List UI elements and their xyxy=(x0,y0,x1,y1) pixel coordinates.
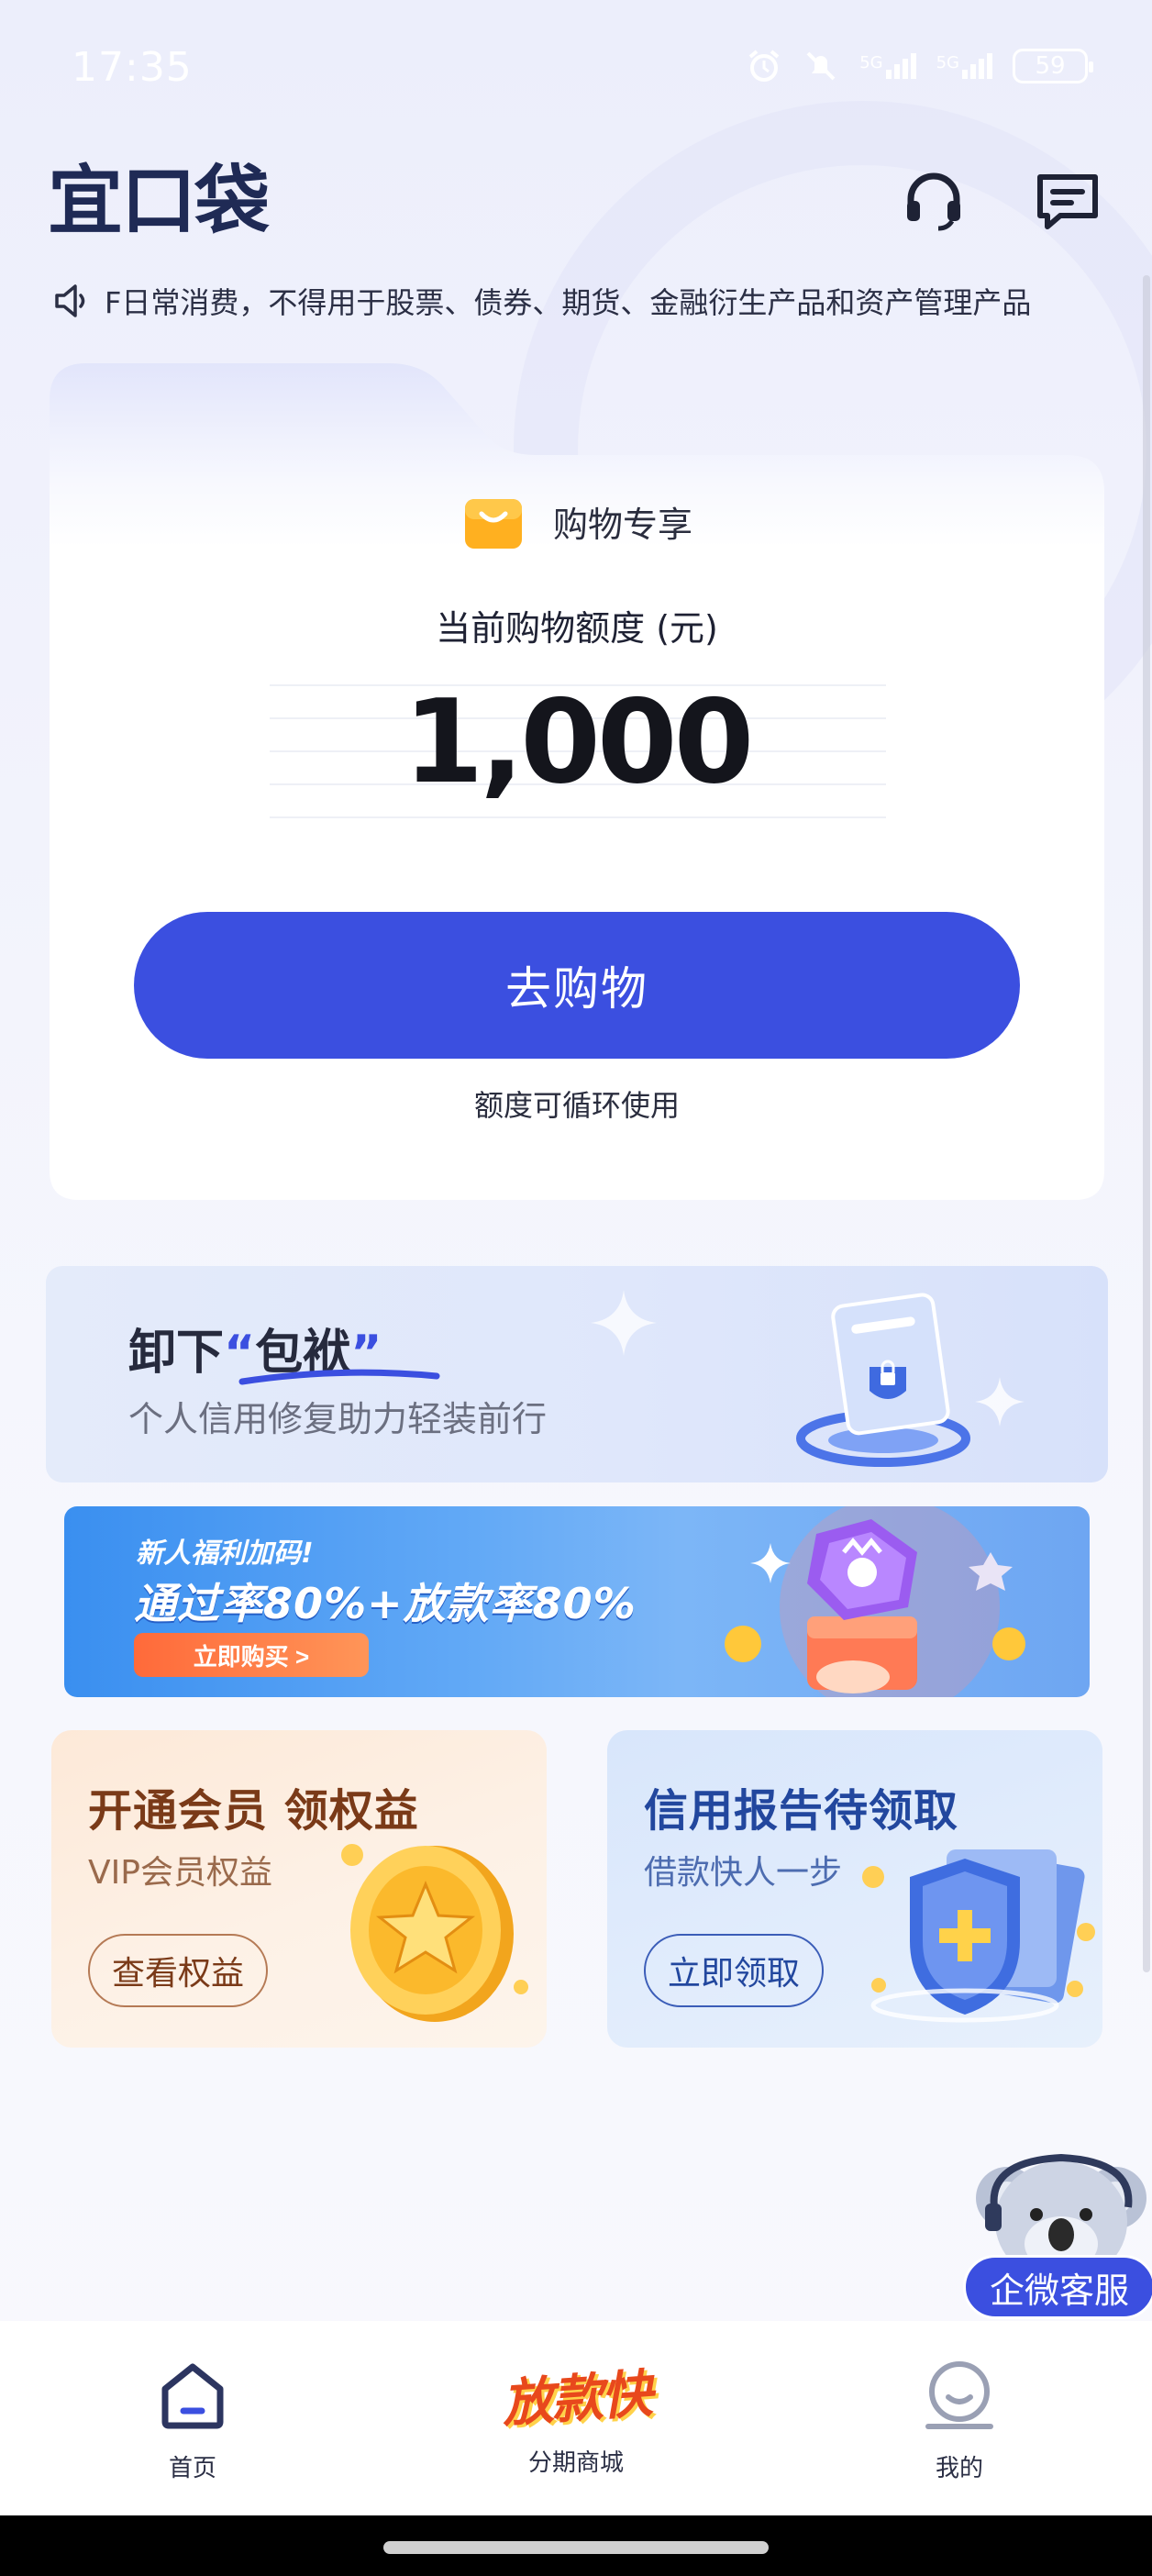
signal-label-2: 5G xyxy=(936,53,959,72)
notice-text: F日常消费，不得用于股票、债券、期货、金融衍生产品和资产管理产品 xyxy=(105,285,1032,320)
app-page: 17:35 5G 5G 59 宜口袋 F日常消费，不得用于股票、债券、期货、金融… xyxy=(0,0,1152,2576)
credit-report-promo-card[interactable]: 信用报告待领取 借款快人一步 立即领取 xyxy=(607,1730,1102,2048)
star-coin-icon xyxy=(341,1844,528,2022)
secure-document-illustration xyxy=(796,1293,970,1467)
status-bar: 17:35 5G 5G 59 xyxy=(0,0,1152,147)
signal-icon-2: 5G xyxy=(936,53,992,79)
nav-me-label: 我的 xyxy=(935,2455,983,2482)
signal-icon-1: 5G xyxy=(859,53,916,79)
status-time: 17:35 xyxy=(72,44,193,91)
mall-logo: 放款快 xyxy=(500,2364,653,2435)
credit-repair-banner[interactable]: 卸下“包袱” 个人信用修复助力轻装前行 xyxy=(46,1266,1108,1482)
gesture-bar xyxy=(0,2515,1152,2576)
nav-home[interactable]: 首页 xyxy=(55,2321,330,2515)
vip-promo-card[interactable]: 开通会员 领权益 VIP会员权益 查看权益 xyxy=(51,1730,547,2048)
banner1-subtitle: 个人信用修复助力轻装前行 xyxy=(128,1399,548,1439)
quota-label: 当前购物额度 (元) xyxy=(436,608,718,649)
battery-icon: 59 xyxy=(1013,49,1093,83)
shopping-bag-icon xyxy=(464,499,522,549)
message-icon[interactable] xyxy=(1031,165,1104,239)
card-tag-label: 购物专享 xyxy=(552,504,692,545)
status-icons: 5G 5G 59 xyxy=(746,48,1093,84)
sparkle-icon-small xyxy=(975,1377,1025,1427)
credit-promo-subtitle: 借款快人一步 xyxy=(644,1854,843,1892)
vip-promo-subtitle: VIP会员权益 xyxy=(88,1854,272,1892)
scrollbar[interactable] xyxy=(1143,275,1150,1972)
banner2-tag: 新人福利加码! xyxy=(136,1538,314,1570)
new-user-banner[interactable]: 新人福利加码! 通过率80%+放款率80% 立即购买 > xyxy=(64,1506,1090,1697)
app-logo: 宜口袋 xyxy=(48,158,270,245)
mute-icon xyxy=(806,51,836,81)
view-benefits-button[interactable]: 查看权益 xyxy=(88,1934,269,2007)
headset-support-icon[interactable] xyxy=(897,165,970,239)
nav-home-label: 首页 xyxy=(168,2455,216,2482)
nav-mall-label: 分期商城 xyxy=(527,2449,624,2477)
reuse-note: 额度可循环使用 xyxy=(473,1088,680,1123)
vip-promo-title: 开通会员 领权益 xyxy=(88,1785,419,1837)
speaker-icon xyxy=(55,284,85,317)
signal-label-1: 5G xyxy=(859,53,883,72)
home-indicator[interactable] xyxy=(383,2541,769,2554)
home-icon xyxy=(151,2354,234,2437)
gift-illustration xyxy=(725,1506,1025,1697)
wecom-service-button[interactable]: 企微客服 xyxy=(963,2255,1152,2319)
card-tag: 购物专享 xyxy=(50,490,1104,552)
alarm-icon xyxy=(748,50,780,82)
credit-card: 购物专享 当前购物额度 (元) 1,000 去购物 额度可循环使用 xyxy=(50,363,1104,1200)
battery-level: 59 xyxy=(1035,52,1066,80)
nav-me[interactable]: 我的 xyxy=(822,2321,1097,2515)
profile-icon xyxy=(918,2354,1001,2437)
banner2-title: 通过率80%+放款率80% xyxy=(134,1579,637,1628)
buy-now-button[interactable]: 立即购买 > xyxy=(134,1633,369,1677)
notice-bar[interactable]: F日常消费，不得用于股票、债券、期货、金融衍生产品和资产管理产品 xyxy=(51,273,1106,328)
go-shopping-button[interactable]: 去购物 xyxy=(134,912,1020,1059)
bottom-nav: 首页 放款快 分期商城 我的 xyxy=(0,2321,1152,2515)
claim-now-button[interactable]: 立即领取 xyxy=(644,1934,825,2007)
quota-value: 1,000 xyxy=(403,674,755,809)
banner1-title-prefix: 卸下 xyxy=(128,1326,225,1381)
shield-report-icon xyxy=(862,1849,1095,2023)
brush-underline-decoration xyxy=(238,1369,440,1385)
sparkle-icon xyxy=(591,1290,657,1356)
nav-mall[interactable]: 放款快 分期商城 xyxy=(438,2321,714,2515)
